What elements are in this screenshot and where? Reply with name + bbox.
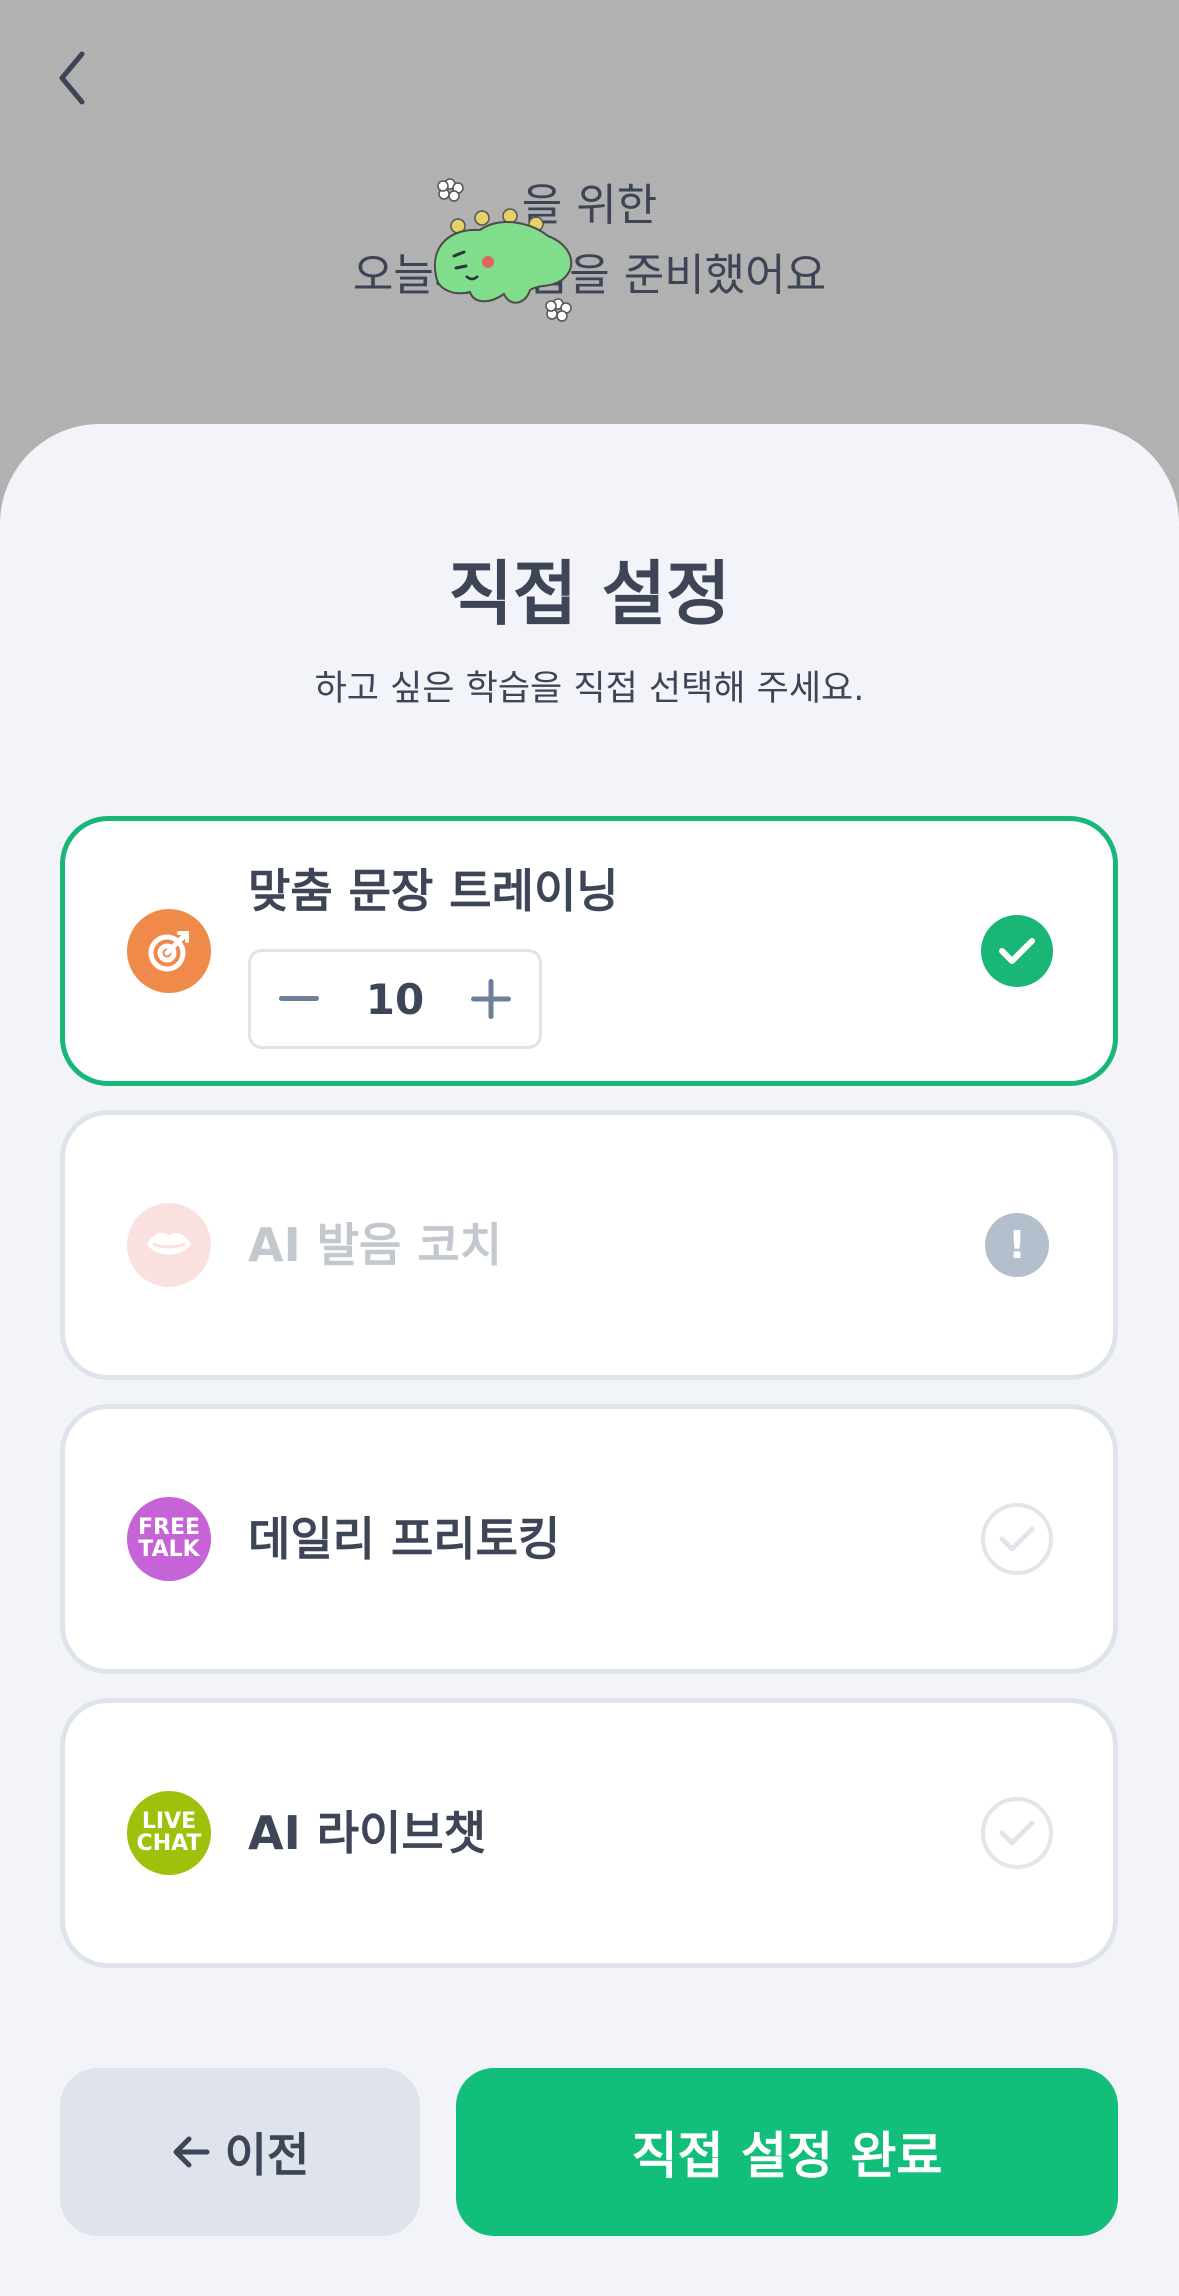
back-button[interactable] (44, 42, 100, 114)
selected-check-icon (981, 915, 1053, 987)
arrow-left-icon (173, 2136, 210, 2168)
header-area: 을 위한 오늘의 학습을 준비했어요 (0, 0, 1179, 440)
previous-button[interactable]: 이전 (60, 2068, 420, 2236)
study-item-sentence-training[interactable]: 맞춤 문장 트레이닝 10 (60, 816, 1118, 1086)
sheet-title: 직접 설정 (448, 553, 731, 635)
live-chat-icon: LIVE CHAT (127, 1791, 211, 1875)
sheet-subtitle: 하고 싶은 학습을 직접 선택해 주세요. (314, 669, 865, 709)
count-value: 10 (365, 974, 425, 1024)
study-item-label: 맞춤 문장 트레이닝 (248, 864, 619, 918)
increment-button[interactable] (443, 952, 539, 1046)
study-item-label: 데일리 프리토킹 (248, 1512, 561, 1566)
count-stepper: 10 (248, 949, 542, 1049)
free-talk-icon-text-1: FREE (137, 1515, 201, 1540)
header-line-1: 을 위한 (521, 180, 658, 231)
decrement-button[interactable] (251, 952, 347, 1046)
live-chat-icon-text-2: CHAT (136, 1831, 202, 1856)
lips-icon (127, 1203, 211, 1287)
study-item-ai-live-chat[interactable]: LIVE CHAT AI 라이브챗 (60, 1698, 1118, 1968)
unchecked-check-icon (981, 1797, 1053, 1869)
free-talk-icon-text-2: TALK (138, 1537, 200, 1562)
previous-button-label: 이전 (224, 2128, 310, 2182)
warning-icon[interactable]: ! (985, 1213, 1049, 1277)
study-item-daily-free-talking[interactable]: FREE TALK 데일리 프리토킹 (60, 1404, 1118, 1674)
study-item-label: AI 라이브챗 (248, 1806, 487, 1860)
mascot-character-icon (433, 178, 573, 322)
live-chat-icon-text-1: LIVE (141, 1809, 197, 1834)
free-talk-icon: FREE TALK (127, 1497, 211, 1581)
plus-icon (470, 979, 511, 1019)
complete-setup-button[interactable]: 직접 설정 완료 (456, 2068, 1118, 2236)
header-line-2: 오늘의 학습을 준비했어요 (352, 250, 827, 301)
header-message: 을 위한 오늘의 학습을 준비했어요 (0, 180, 1179, 312)
target-icon (127, 909, 211, 993)
study-item-label: AI 발음 코치 (248, 1218, 503, 1272)
complete-setup-label: 직접 설정 완료 (631, 2127, 943, 2185)
minus-icon (279, 996, 319, 1001)
settings-sheet: 직접 설정 하고 싶은 학습을 직접 선택해 주세요. 맞춤 문장 트레이닝 1… (0, 424, 1179, 2296)
unchecked-check-icon (981, 1503, 1053, 1575)
chevron-left-icon (59, 51, 85, 105)
study-item-pronunciation-coach[interactable]: AI 발음 코치 ! (60, 1110, 1118, 1380)
